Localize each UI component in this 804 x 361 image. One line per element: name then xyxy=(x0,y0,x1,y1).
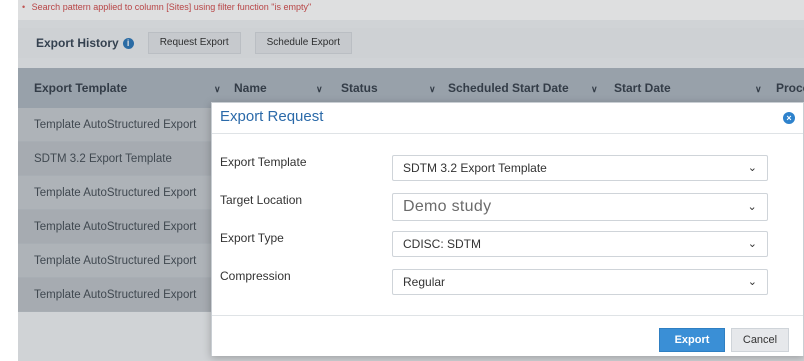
export-template-select[interactable]: SDTM 3.2 Export Template ⌄ xyxy=(392,155,768,181)
export-template-value: SDTM 3.2 Export Template xyxy=(403,161,547,175)
export-type-select[interactable]: CDISC: SDTM ⌄ xyxy=(392,231,768,257)
compression-label: Compression xyxy=(220,269,291,283)
dialog-footer: Export Cancel xyxy=(212,315,803,356)
dialog-header: Export Request × xyxy=(212,103,803,134)
export-template-label: Export Template xyxy=(220,155,307,169)
cancel-button[interactable]: Cancel xyxy=(731,328,789,352)
export-button[interactable]: Export xyxy=(659,328,725,352)
left-gutter xyxy=(0,0,18,361)
chevron-down-icon: ⌄ xyxy=(747,276,757,288)
export-type-label: Export Type xyxy=(220,231,284,245)
compression-select[interactable]: Regular ⌄ xyxy=(392,269,768,295)
page: • Search pattern applied to column [Site… xyxy=(0,0,804,361)
target-location-select[interactable]: Demo study ⌄ xyxy=(392,193,768,221)
target-location-label: Target Location xyxy=(220,193,303,207)
compression-value: Regular xyxy=(403,275,446,289)
close-icon[interactable]: × xyxy=(783,112,795,124)
export-request-dialog: Export Request × Export Template SDTM 3.… xyxy=(211,102,804,356)
dialog-title: Export Request xyxy=(220,108,324,125)
target-location-value: Demo study xyxy=(403,198,492,215)
export-type-value: CDISC: SDTM xyxy=(403,237,481,251)
chevron-down-icon: ⌄ xyxy=(747,201,757,213)
chevron-down-icon: ⌄ xyxy=(747,162,757,174)
chevron-down-icon: ⌄ xyxy=(747,238,757,250)
